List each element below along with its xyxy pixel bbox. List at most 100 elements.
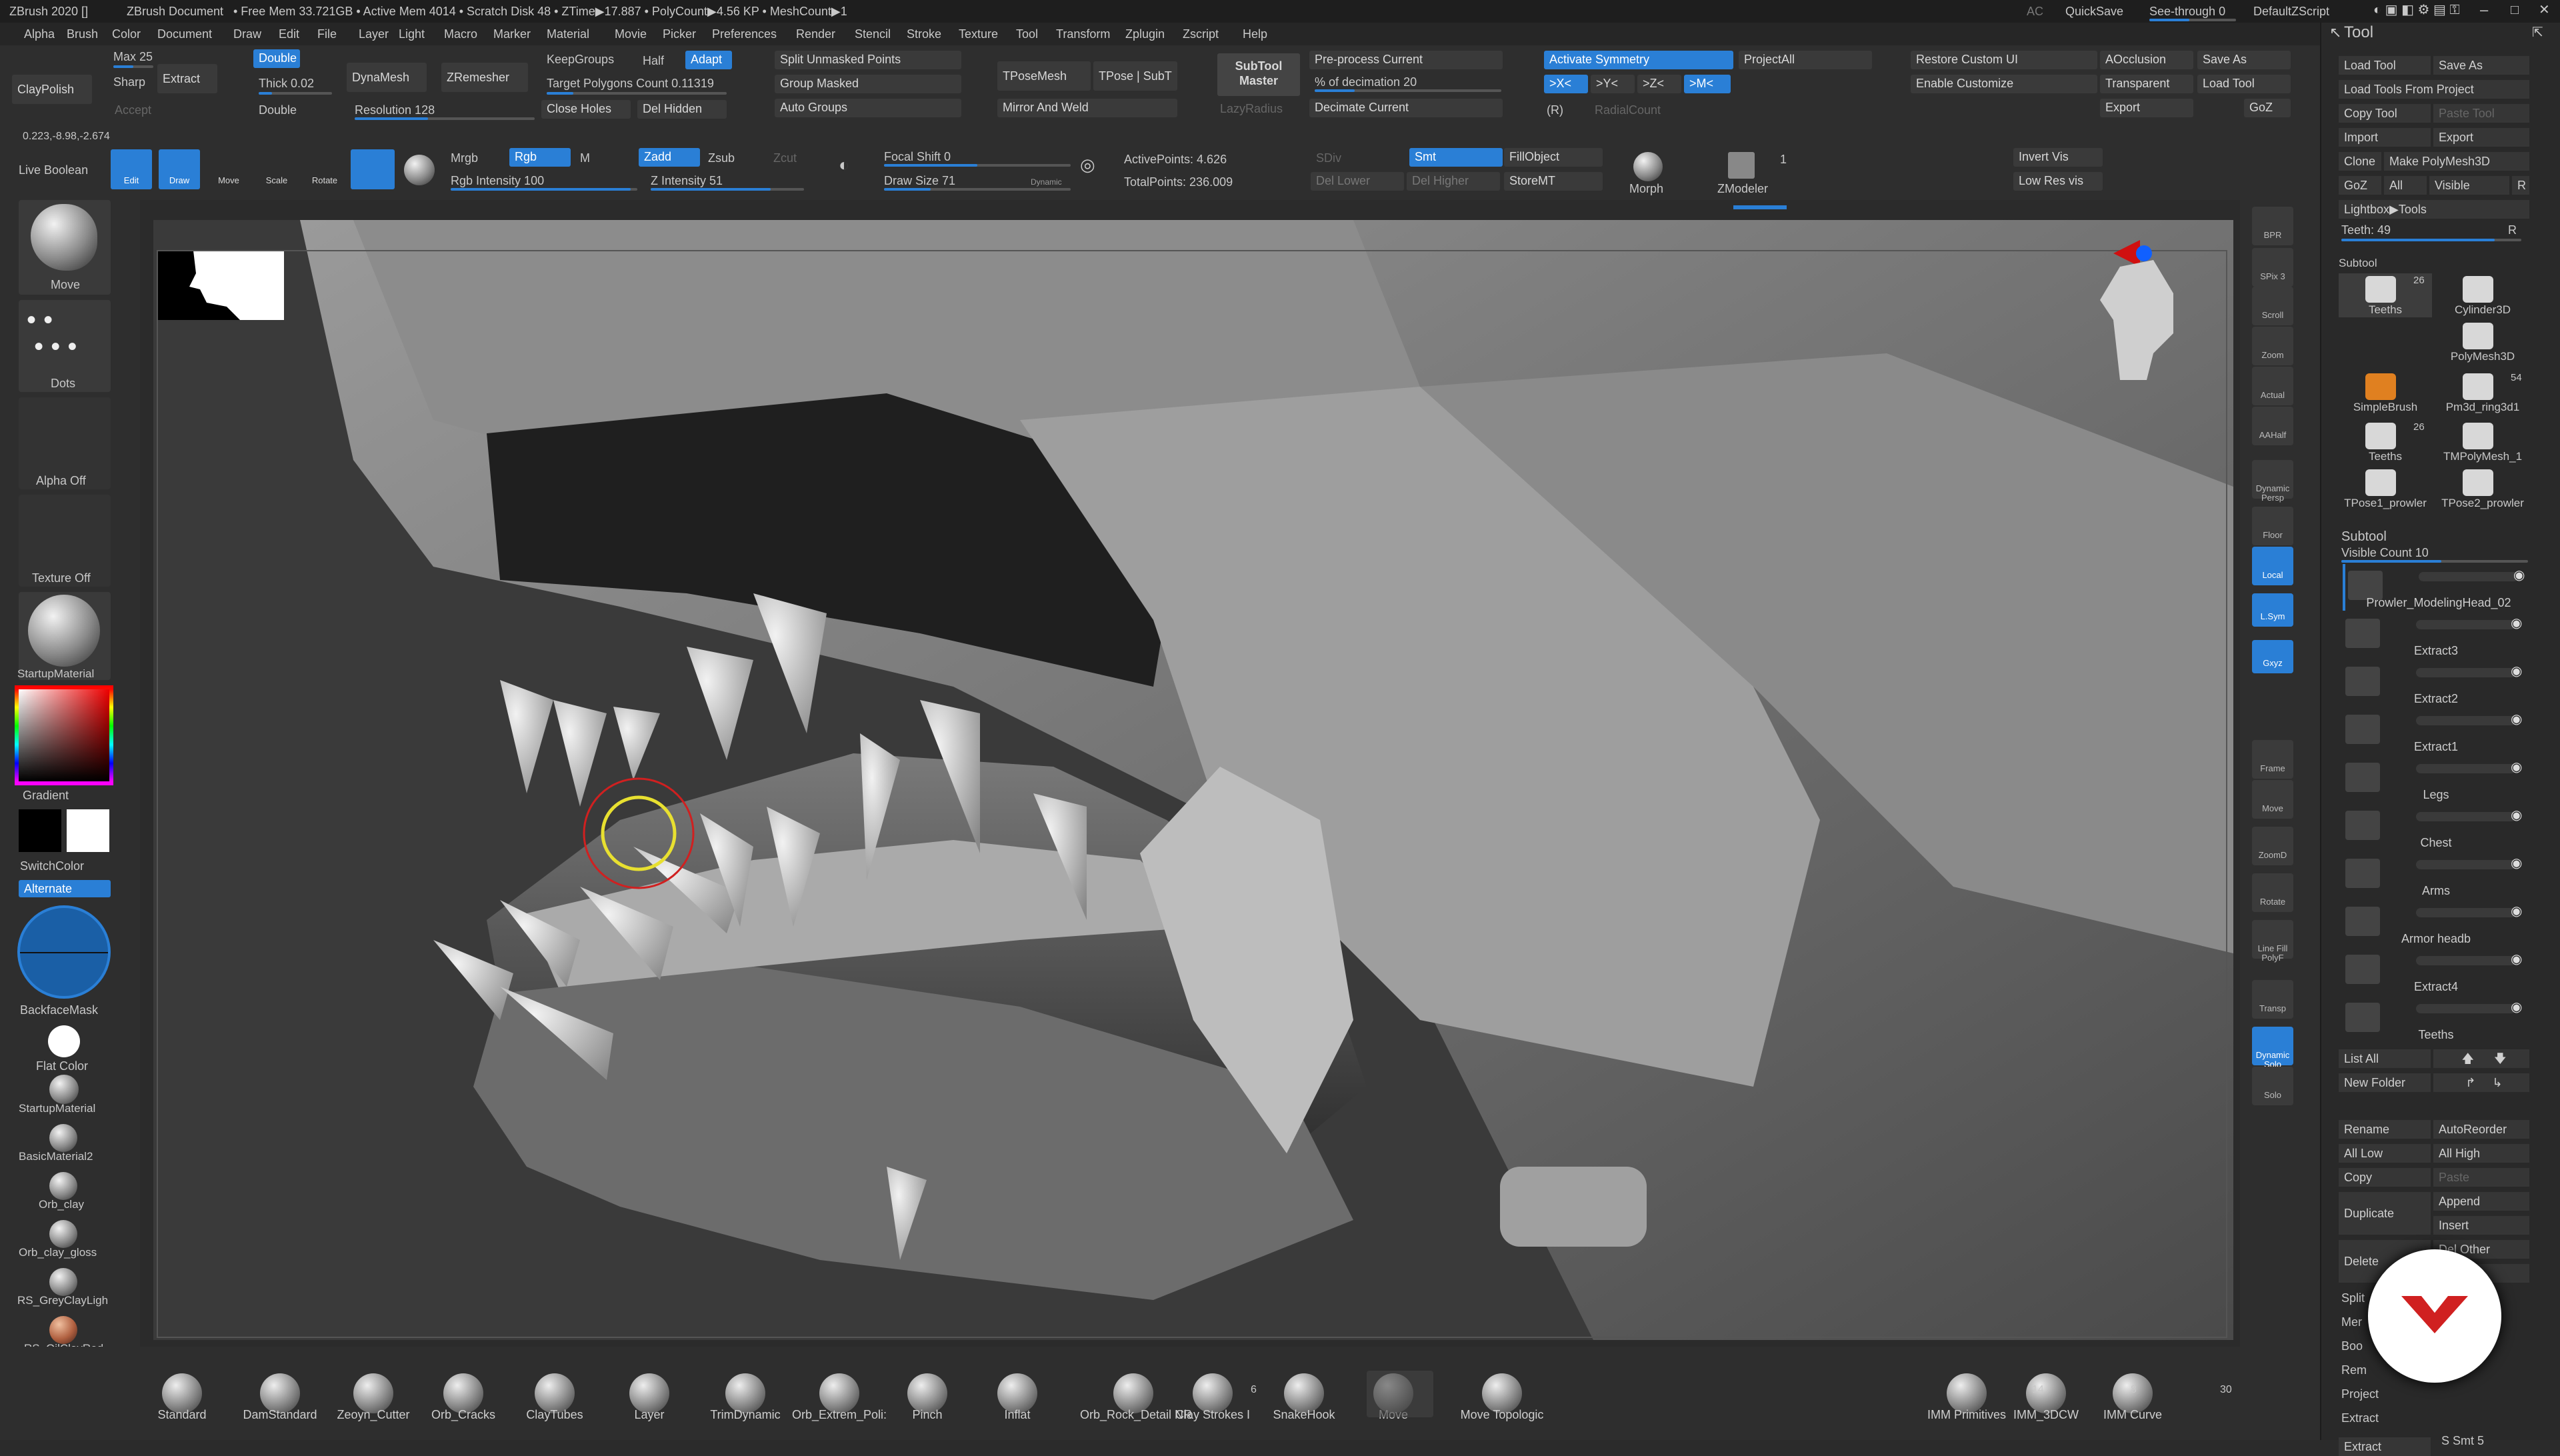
zsub-toggle[interactable]: Zsub — [708, 151, 735, 165]
rotate-mode-button[interactable]: Rotate — [304, 149, 345, 189]
menu-file[interactable]: File — [317, 27, 337, 41]
r-toggle[interactable]: R — [2508, 223, 2517, 237]
brush-orb-extrem-poli--icon[interactable] — [819, 1373, 859, 1413]
export-top-button[interactable]: Export — [2100, 99, 2193, 117]
subtool-row[interactable]: ◉ Teeths — [2343, 996, 2529, 1043]
enable-customize-button[interactable]: Enable Customize — [1911, 75, 2097, 93]
gradient-label[interactable]: Gradient — [23, 788, 69, 803]
brush-trimdynamic-label[interactable]: TrimDynamic — [705, 1408, 785, 1422]
keepgroups-toggle[interactable]: KeepGroups — [547, 52, 614, 67]
window-icons[interactable]: ◐ ▣ ◧ ⚙ ▤ ⚿ — [2373, 3, 2460, 17]
import-button[interactable]: Import — [2339, 128, 2431, 147]
target-polygons-slider[interactable]: Target Polygons Count 0.11319 — [547, 76, 714, 91]
rgb-intensity-track[interactable] — [451, 188, 637, 191]
mrgb-toggle[interactable]: Mrgb — [451, 151, 478, 165]
zadd-toggle[interactable]: Zadd — [639, 148, 700, 167]
quicksave-button[interactable]: QuickSave — [2065, 4, 2123, 19]
subtool-row[interactable]: ◉ Armor headb — [2343, 900, 2529, 947]
subtool-row[interactable]: ◉ Extract2 — [2343, 660, 2529, 707]
brush-standard-label[interactable]: Standard — [145, 1408, 219, 1422]
draw-mode-button[interactable]: Draw — [159, 149, 200, 189]
resolution-track[interactable] — [355, 117, 535, 120]
split-unmasked-button[interactable]: Split Unmasked Points — [775, 51, 961, 69]
tool-thumb-tpose1-prowler[interactable]: TPose1_prowler — [2339, 467, 2432, 511]
visible-button[interactable]: Visible — [2429, 176, 2509, 195]
right-zoomd[interactable]: ZoomD — [2252, 827, 2293, 865]
brush-orb-extrem-poli--label[interactable]: Orb_Extrem_Poli: — [789, 1408, 889, 1422]
activate-symmetry-button[interactable]: Activate Symmetry — [1544, 51, 1733, 69]
stroke-tile[interactable]: • • • • • Dots — [19, 300, 111, 392]
decimation-slider[interactable]: % of decimation 20 — [1315, 75, 1417, 89]
invert-vis-button[interactable]: Invert Vis — [2013, 148, 2103, 167]
z-intensity-slider[interactable]: Z Intensity 51 — [651, 173, 723, 188]
brush-move-topologic-label[interactable]: Move Topologic — [1452, 1408, 1552, 1422]
material-tile[interactable]: StartupMaterial — [17, 592, 111, 680]
brush-tile[interactable]: Move — [19, 200, 111, 295]
rgb-intensity-slider[interactable]: Rgb Intensity 100 — [451, 173, 544, 188]
tool-thumb-teeths[interactable]: Teeths 26 — [2339, 420, 2432, 464]
close-holes-button[interactable]: Close Holes — [541, 100, 631, 119]
brush-standard-icon[interactable] — [162, 1373, 202, 1413]
brush-damstandard-label[interactable]: DamStandard — [240, 1408, 320, 1422]
right-rotate[interactable]: Rotate — [2252, 873, 2293, 912]
startup-material2-icon[interactable] — [49, 1075, 79, 1104]
flat-color-icon[interactable] — [48, 1025, 80, 1057]
right-bpr[interactable]: BPR — [2252, 207, 2293, 245]
draw-size-slider[interactable]: Draw Size 71 — [884, 173, 955, 188]
brush-orb-rock-detail-nr-icon[interactable] — [1113, 1373, 1153, 1413]
subtool-toggles[interactable] — [2416, 620, 2516, 629]
subtool-name[interactable]: Arms — [2343, 884, 2529, 898]
restore-custom-ui-button[interactable]: Restore Custom UI — [1911, 51, 2097, 69]
tray-undock-icon[interactable]: ⇱ — [2532, 25, 2543, 40]
brush-imm-curve-label[interactable]: IMM Curve — [2096, 1408, 2169, 1422]
storemt-button[interactable]: StoreMT — [1504, 172, 1603, 191]
orb-clay-gloss-icon[interactable] — [49, 1220, 77, 1248]
eye-icon[interactable]: ◉ — [2511, 807, 2522, 823]
radial-r-toggle[interactable]: (R) — [1547, 103, 1563, 117]
see-through-slider[interactable]: See-through 0 — [2149, 4, 2225, 19]
subtool-name[interactable]: Chest — [2343, 836, 2529, 850]
tool-thumb-pm3d-ring3d1[interactable]: Pm3d_ring3d1 54 — [2436, 371, 2529, 415]
zremesher-button[interactable]: ZRemesher — [441, 63, 528, 92]
alpha-tile[interactable]: Alpha Off — [19, 397, 111, 489]
brush-zeoyn-cutter-icon[interactable] — [353, 1373, 393, 1413]
folder-arrow-icons[interactable]: ↱ ↳ — [2433, 1073, 2529, 1092]
menu-zplugin[interactable]: Zplugin — [1125, 27, 1165, 41]
texture-tile[interactable]: Texture Off — [19, 495, 111, 587]
r-button[interactable]: R — [2512, 176, 2529, 195]
subtool-header[interactable]: Subtool — [2339, 257, 2377, 269]
zmodeler-label[interactable]: ZModeler — [1717, 181, 1768, 196]
z-intensity-track[interactable] — [651, 188, 804, 191]
subtool-row[interactable]: ◉ Arms — [2343, 852, 2529, 899]
extract-button[interactable]: Extract — [157, 64, 217, 93]
live-boolean-toggle[interactable]: Live Boolean — [19, 163, 88, 177]
dynamesh-button[interactable]: DynaMesh — [347, 63, 427, 92]
subtool-toggles[interactable] — [2416, 860, 2516, 869]
menu-alpha[interactable]: Alpha — [24, 27, 55, 41]
basic-material2-icon[interactable] — [49, 1124, 77, 1152]
minimize-icon[interactable]: – — [2480, 3, 2488, 17]
menu-marker[interactable]: Marker — [493, 27, 531, 41]
paste-tool-button[interactable]: Paste Tool — [2433, 104, 2529, 123]
sym-x-toggle[interactable]: >X< — [1544, 75, 1588, 93]
subtool-toggles[interactable] — [2416, 716, 2516, 725]
clone-button[interactable]: Clone — [2339, 152, 2381, 171]
adapt-toggle[interactable]: Adapt — [685, 51, 732, 69]
merge-section[interactable]: Mer — [2341, 1315, 2362, 1329]
zcut-toggle[interactable]: Zcut — [773, 151, 797, 165]
brush-trimdynamic-icon[interactable] — [725, 1373, 765, 1413]
max-slider[interactable]: Max 25 — [113, 49, 153, 64]
rs-greyclay-label[interactable]: RS_GreyClayLigh — [17, 1293, 108, 1308]
move-mode-button[interactable]: Move — [208, 149, 249, 189]
flat-color-label[interactable]: Flat Color — [36, 1059, 88, 1073]
orb-clay-icon[interactable] — [49, 1172, 77, 1200]
maximize-icon[interactable]: □ — [2511, 3, 2519, 17]
rgb-toggle[interactable]: Rgb — [509, 148, 571, 167]
subtool-toggles[interactable] — [2416, 764, 2516, 773]
decimate-current-button[interactable]: Decimate Current — [1309, 99, 1503, 117]
backface-mask-icon[interactable] — [17, 905, 111, 999]
goz-top-button[interactable]: GoZ — [2244, 99, 2291, 117]
subtool-row[interactable]: ◉ Legs — [2343, 756, 2529, 803]
brush-zeoyn-cutter-label[interactable]: Zeoyn_Cutter — [333, 1408, 413, 1422]
auto-groups-button[interactable]: Auto Groups — [775, 99, 961, 117]
